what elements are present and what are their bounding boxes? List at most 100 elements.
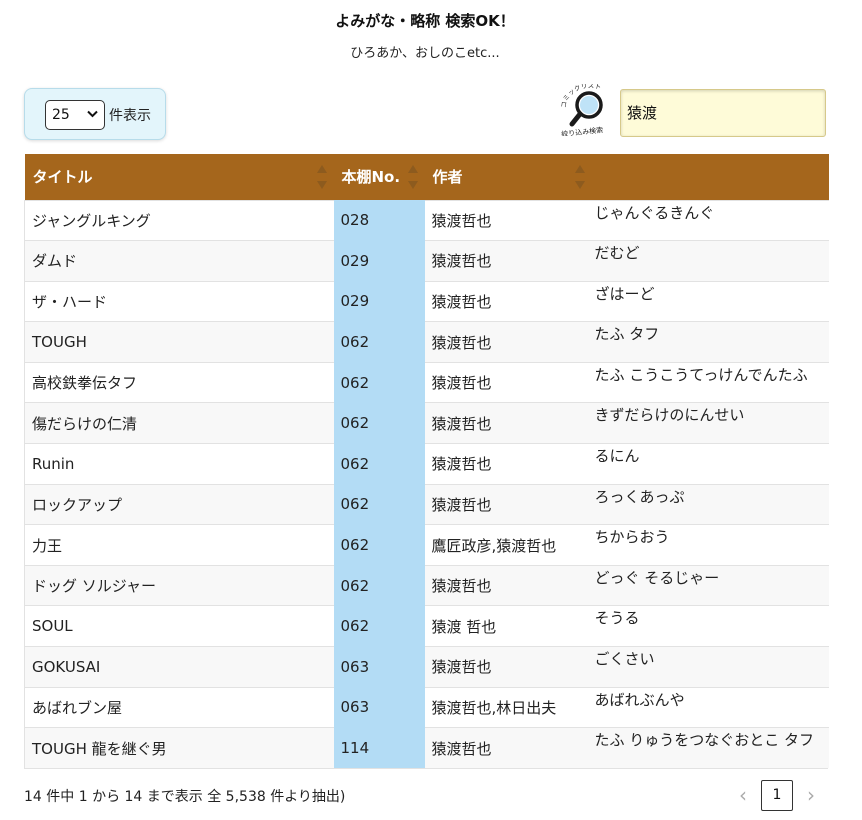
cell-author: 猿渡哲也 xyxy=(424,727,592,769)
reading-text: ちからおう xyxy=(594,528,670,547)
table-body: ジャングルキング 028 猿渡哲也 じゃんぐるきんぐ ダムド 029 猿渡哲也 だむど ザ・ハー… xyxy=(24,199,829,769)
cell-title: Runin xyxy=(24,443,334,485)
cell-author: 猿渡哲也 xyxy=(424,280,592,322)
reading-text: そうる xyxy=(594,609,640,628)
column-header-reading xyxy=(591,154,829,200)
cell-title: 高校鉄拳伝タフ xyxy=(24,361,334,403)
cell-shelf-no: 062 xyxy=(333,605,425,647)
cell-title: 力王 xyxy=(24,524,334,566)
sort-icon xyxy=(316,165,328,189)
table-info: 14 件中 1 から 14 まで表示 全 5,538 件より抽出) xyxy=(24,789,346,805)
table-row[interactable]: ジャングルキング 028 猿渡哲也 じゃんぐるきんぐ xyxy=(24,199,829,241)
cell-shelf-no: 062 xyxy=(333,483,425,525)
table-row[interactable]: Runin 062 猿渡哲也 るにん xyxy=(24,443,829,485)
cell-title: ドッグ ソルジャー xyxy=(24,564,334,606)
table-row[interactable]: 力王 062 鷹匠政彦,猿渡哲也 ちからおう xyxy=(24,524,829,566)
cell-shelf-no: 062 xyxy=(333,564,425,606)
cell-reading: どっぐ そるじゃー xyxy=(591,564,829,606)
pagination-previous[interactable]: ‹ xyxy=(733,780,753,810)
cell-author: 鷹匠政彦,猿渡哲也 xyxy=(424,524,592,566)
cell-title: あばれブン屋 xyxy=(24,686,334,728)
chevron-down-icon xyxy=(87,110,98,121)
reading-text: あばれぶんや xyxy=(594,690,685,709)
comic-table: タイトル 本棚No. 作者 ジャングルキング 028 猿渡哲也 じゃんぐるきんぐ ダムド… xyxy=(24,154,829,769)
cell-title: SOUL xyxy=(24,605,334,647)
table-row[interactable]: あばれブン屋 063 猿渡哲也,林日出夫 あばれぶんや xyxy=(24,686,829,728)
cell-author: 猿渡哲也,林日出夫 xyxy=(424,686,592,728)
column-header-author[interactable]: 作者 xyxy=(424,154,592,200)
cell-shelf-no: 062 xyxy=(333,443,425,485)
reading-text: どっぐ そるじゃー xyxy=(594,568,720,587)
page-length-value: 25 xyxy=(52,107,70,123)
search-input[interactable]: 猿渡 xyxy=(620,89,826,137)
cell-reading: ざはーど xyxy=(591,280,829,322)
table-bottom-border xyxy=(24,768,828,769)
table-row[interactable]: TOUGH 龍を継ぐ男 114 猿渡哲也 たふ りゅうをつなぐおとこ タフ xyxy=(24,727,829,769)
cell-reading: きずだらけのにんせい xyxy=(591,402,829,444)
svg-text:絞り込み検索: 絞り込み検索 xyxy=(561,125,604,136)
table-row[interactable]: 傷だらけの仁清 062 猿渡哲也 きずだらけのにんせい xyxy=(24,402,829,444)
search-logo-icon: コミックリスト 絞り込み検索 xyxy=(556,82,618,139)
cell-title: TOUGH xyxy=(24,321,334,363)
cell-author: 猿渡哲也 xyxy=(424,240,592,282)
cell-shelf-no: 029 xyxy=(333,240,425,282)
cell-shelf-no: 063 xyxy=(333,686,425,728)
cell-title: ロックアップ xyxy=(24,483,334,525)
cell-reading: だむど xyxy=(591,240,829,282)
cell-title: GOKUSAI xyxy=(24,646,334,688)
table-row[interactable]: ロックアップ 062 猿渡哲也 ろっくあっぷ xyxy=(24,483,829,525)
table-row[interactable]: TOUGH 062 猿渡哲也 たふ タフ xyxy=(24,321,829,363)
cell-reading: ごくさい xyxy=(591,646,829,688)
page-length-select[interactable]: 25 xyxy=(45,100,105,130)
reading-text: たふ タフ xyxy=(594,325,660,344)
table-row[interactable]: 高校鉄拳伝タフ 062 猿渡哲也 たふ こうこうてっけんでんたふ xyxy=(24,361,829,403)
cell-shelf-no: 114 xyxy=(333,727,425,769)
page-length-control: 25 件表示 xyxy=(24,88,166,140)
cell-reading: あばれぶんや xyxy=(591,686,829,728)
cell-reading: たふ こうこうてっけんでんたふ xyxy=(591,361,829,403)
table-row[interactable]: ダムド 029 猿渡哲也 だむど xyxy=(24,240,829,282)
cell-reading: ちからおう xyxy=(591,524,829,566)
cell-author: 猿渡哲也 xyxy=(424,402,592,444)
cell-shelf-no: 062 xyxy=(333,524,425,566)
page-subtitle: ひろあか、おしのこetc... xyxy=(350,46,500,61)
sort-icon xyxy=(574,165,586,189)
table-row[interactable]: ドッグ ソルジャー 062 猿渡哲也 どっぐ そるじゃー xyxy=(24,564,829,606)
cell-title: ザ・ハード xyxy=(24,280,334,322)
cell-shelf-no: 062 xyxy=(333,361,425,403)
cell-reading: たふ タフ xyxy=(591,321,829,363)
reading-text: るにん xyxy=(594,447,640,466)
cell-author: 猿渡 哲也 xyxy=(424,605,592,647)
column-header-shelf[interactable]: 本棚No. xyxy=(333,154,425,200)
reading-text: きずだらけのにんせい xyxy=(594,406,745,425)
sort-icon xyxy=(407,165,419,189)
reading-text: じゃんぐるきんぐ xyxy=(594,203,715,222)
pagination-page-1[interactable]: 1 xyxy=(761,780,793,811)
reading-text: だむど xyxy=(594,244,640,263)
cell-shelf-no: 062 xyxy=(333,402,425,444)
table-row[interactable]: GOKUSAI 063 猿渡哲也 ごくさい xyxy=(24,646,829,688)
column-header-title[interactable]: タイトル xyxy=(24,154,334,200)
table-row[interactable]: ザ・ハード 029 猿渡哲也 ざはーど xyxy=(24,280,829,322)
cell-author: 猿渡哲也 xyxy=(424,646,592,688)
cell-author: 猿渡哲也 xyxy=(424,321,592,363)
reading-text: たふ こうこうてっけんでんたふ xyxy=(594,365,808,384)
cell-author: 猿渡哲也 xyxy=(424,564,592,606)
pagination-next[interactable]: › xyxy=(801,780,821,810)
cell-reading: たふ りゅうをつなぐおとこ タフ xyxy=(591,727,829,769)
cell-reading: ろっくあっぷ xyxy=(591,483,829,525)
table-header-row: タイトル 本棚No. 作者 xyxy=(24,154,829,200)
cell-title: 傷だらけの仁清 xyxy=(24,402,334,444)
cell-title: ダムド xyxy=(24,240,334,282)
table-row[interactable]: SOUL 062 猿渡 哲也 そうる xyxy=(24,605,829,647)
cell-shelf-no: 029 xyxy=(333,280,425,322)
cell-title: TOUGH 龍を継ぐ男 xyxy=(24,727,334,769)
reading-text: ごくさい xyxy=(594,650,655,669)
reading-text: たふ りゅうをつなぐおとこ タフ xyxy=(594,731,815,750)
cell-author: 猿渡哲也 xyxy=(424,443,592,485)
reading-text: ろっくあっぷ xyxy=(594,487,685,506)
cell-shelf-no: 028 xyxy=(333,199,425,241)
cell-author: 猿渡哲也 xyxy=(424,361,592,403)
cell-author: 猿渡哲也 xyxy=(424,483,592,525)
reading-text: ざはーど xyxy=(594,284,655,303)
